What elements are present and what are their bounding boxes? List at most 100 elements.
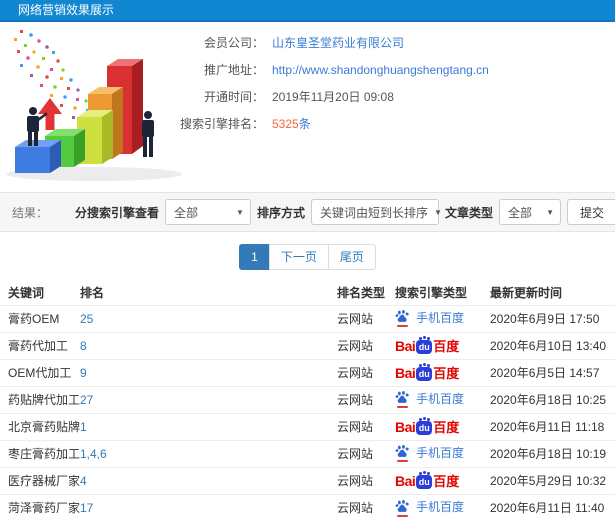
rank-cell[interactable]: 25 — [80, 305, 337, 332]
table-body: 膏药OEM 25 云网站 手机百度 2020年6月9日 17:50 膏药代加工 … — [0, 305, 615, 520]
engine-cell: 手机百度 — [395, 440, 490, 467]
rank-cell[interactable]: 9 — [80, 359, 337, 386]
updated-cell: 2020年5月29日 10:32 — [490, 474, 607, 488]
businessman-right — [142, 111, 154, 157]
baidu-logo-cn: 百度 — [433, 420, 460, 435]
baidu-logo: Bai du 百度 — [395, 471, 459, 490]
baidu-paw-dots-icon — [419, 472, 423, 475]
baidu-paw-dots-icon — [419, 418, 423, 421]
keyword-cell: 药贴牌代加工 — [8, 393, 80, 407]
mobile-baidu-label: 手机百度 — [416, 500, 465, 514]
table-head-row: 关键词 排名 排名类型 搜索引擎类型 最新更新时间 — [0, 280, 615, 305]
open-time-label: 开通时间： — [203, 90, 264, 104]
mobile-baidu-label: 手机百度 — [416, 445, 465, 460]
mobile-baidu-icon — [395, 390, 411, 409]
info-fields: 会员公司： 山东皇圣堂药业有限公司 推广地址： http://www.shand… — [178, 29, 489, 137]
mobile-baidu-badge: 手机百度 — [395, 309, 465, 328]
keyword-cell: 膏药OEM — [8, 312, 60, 326]
info-row-rank-count: 搜索引擎排名： 5325 条 — [178, 110, 489, 137]
open-time-value: 2019年11月20日 09:08 — [272, 90, 394, 104]
submit-button[interactable]: 提交 — [567, 199, 615, 225]
chevron-down-icon: ▼ — [434, 207, 442, 217]
table-row: 医疗器械厂家 4 云网站 Bai du 百度 2020年5月29日 10:32 — [0, 467, 615, 494]
rank-cell[interactable]: 1 — [80, 413, 337, 440]
baidu-logo: Bai du 百度 — [395, 363, 459, 382]
baidu-logo-du: du — [418, 477, 430, 487]
keyword-cell: 菏泽膏药厂家 — [8, 501, 80, 516]
filter-bar: 结果： 分搜索引擎查看 全部 ▼ 排序方式 关键词由短到长排序 ▼ 文章类型 全… — [0, 192, 615, 232]
company-link[interactable]: 山东皇圣堂药业有限公司 — [272, 34, 404, 51]
article-type-select[interactable]: 全部 ▼ — [499, 199, 561, 225]
baidu-paw-dots-icon — [419, 364, 423, 367]
baidu-logo-du: du — [418, 423, 430, 433]
column-header-updated: 最新更新时间 — [490, 285, 563, 300]
baidu-logo-du: du — [418, 369, 430, 379]
member-info-section: 会员公司： 山东皇圣堂药业有限公司 推广地址： http://www.shand… — [0, 22, 615, 192]
baidu-logo-du: du — [418, 342, 430, 352]
engine-cell: 手机百度 — [395, 386, 490, 413]
updated-cell: 2020年6月11日 11:18 — [490, 420, 605, 434]
rank-count-value: 5325 — [272, 116, 299, 131]
rank-cell[interactable]: 27 — [80, 386, 337, 413]
mobile-baidu-underline — [397, 460, 408, 463]
rank-type-cell: 云网站 — [337, 447, 374, 461]
rank-count-label: 搜索引擎排名： — [179, 117, 264, 131]
rank-type-cell: 云网站 — [337, 501, 374, 516]
table-row: 菏泽膏药厂家 17 云网站 手机百度 2020年6月11日 11:40 — [0, 494, 615, 520]
page-current[interactable]: 1 — [239, 244, 270, 270]
column-header-rank-type: 排名类型 — [337, 285, 386, 300]
mobile-baidu-underline — [397, 325, 408, 328]
updated-cell: 2020年6月9日 17:50 — [490, 312, 600, 326]
sort-filter-label: 排序方式 — [256, 205, 305, 220]
mobile-baidu-label: 手机百度 — [416, 391, 465, 406]
info-row-company: 会员公司： 山东皇圣堂药业有限公司 — [178, 29, 489, 56]
sort-select-value: 关键词由短到长排序 — [319, 205, 428, 220]
keyword-cell: 医疗器械厂家 — [8, 474, 80, 488]
mobile-baidu-label: 手机百度 — [416, 310, 465, 325]
keyword-cell: OEM代加工 — [8, 366, 72, 380]
info-row-open-time: 开通时间： 2019年11月20日 09:08 — [178, 83, 489, 110]
rank-type-cell: 云网站 — [337, 420, 374, 434]
mobile-baidu-underline — [397, 514, 408, 517]
rank-cell[interactable]: 8 — [80, 332, 337, 359]
page-title: 网络营销效果展示 — [18, 3, 115, 17]
rank-cell[interactable]: 1,4,6 — [80, 440, 337, 467]
baidu-logo-cn: 百度 — [433, 339, 460, 354]
baidu-paw-badge: du — [416, 337, 433, 354]
baidu-logo: Bai du 百度 — [395, 417, 459, 436]
article-type-value: 全部 — [508, 205, 533, 220]
baidu-logo-bai: Bai — [395, 472, 416, 489]
page-title-bar: 网络营销效果展示 — [0, 0, 615, 22]
engine-cell: 手机百度 — [395, 494, 490, 520]
mobile-baidu-icon — [395, 444, 411, 463]
rank-type-cell: 云网站 — [337, 366, 374, 380]
rank-cell[interactable]: 17 — [80, 494, 337, 520]
rank-type-cell: 云网站 — [337, 393, 374, 407]
engine-select[interactable]: 全部 ▼ — [164, 199, 251, 225]
engine-cell: Bai du 百度 — [395, 413, 490, 440]
page-last-button[interactable]: 尾页 — [327, 244, 376, 270]
rank-type-cell: 云网站 — [337, 312, 374, 326]
chevron-down-icon: ▼ — [236, 207, 244, 217]
table-row: 膏药代加工 8 云网站 Bai du 百度 2020年6月10日 13:40 — [0, 332, 615, 359]
rank-type-cell: 云网站 — [337, 339, 374, 353]
promo-url-link[interactable]: http://www.shandonghuangshengtang.cn — [272, 63, 489, 77]
baidu-paw-badge: du — [416, 364, 433, 381]
rank-count-suffix: 条 — [298, 117, 311, 131]
page-next-button[interactable]: 下一页 — [268, 244, 329, 270]
updated-cell: 2020年6月11日 11:40 — [490, 501, 605, 516]
baidu-logo-bai: Bai — [395, 337, 416, 354]
engine-cell: 手机百度 — [395, 305, 490, 332]
updated-cell: 2020年6月18日 10:25 — [490, 393, 607, 407]
company-label: 会员公司： — [203, 36, 264, 50]
mobile-baidu-badge: 手机百度 — [395, 444, 465, 463]
engine-select-value: 全部 — [173, 205, 198, 220]
rank-cell[interactable]: 4 — [80, 467, 337, 494]
baidu-logo-cn: 百度 — [433, 474, 460, 489]
info-row-url: 推广地址： http://www.shandonghuangshengtang.… — [178, 56, 489, 83]
promo-url-label: 推广地址： — [203, 63, 264, 77]
mobile-baidu-icon — [395, 499, 411, 517]
sort-select[interactable]: 关键词由短到长排序 ▼ — [310, 199, 442, 225]
baidu-paw-badge: du — [416, 418, 433, 435]
pagination: 1 下一页 尾页 — [0, 244, 615, 270]
